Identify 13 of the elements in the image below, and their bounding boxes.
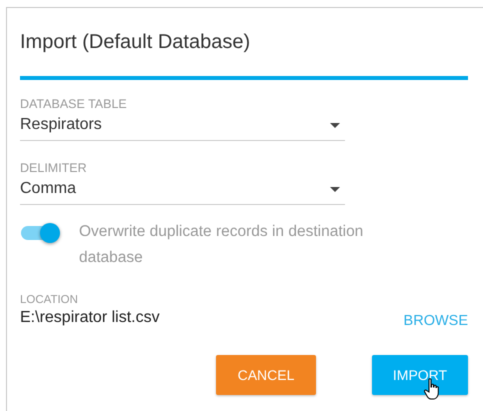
cancel-button[interactable]: CANCEL (216, 355, 316, 395)
dropdown-field[interactable]: Respirators (20, 112, 345, 141)
browse-button[interactable]: BROWSE (404, 313, 468, 329)
caret-icon (330, 122, 340, 128)
field-label: LOCATION (20, 293, 79, 307)
toggle-label: Overwrite duplicate records in destination database (79, 222, 364, 268)
import-button[interactable]: IMPORT (372, 355, 468, 395)
dialog-title: Import (Default Database) (20, 30, 252, 55)
file-path: E:\respirator list.csv (20, 309, 160, 327)
field-label: DATABASE TABLE (20, 96, 128, 112)
dropdown-field[interactable]: Comma (20, 176, 345, 205)
caret-icon (330, 186, 340, 192)
field-label: DELIMITER (20, 160, 88, 176)
